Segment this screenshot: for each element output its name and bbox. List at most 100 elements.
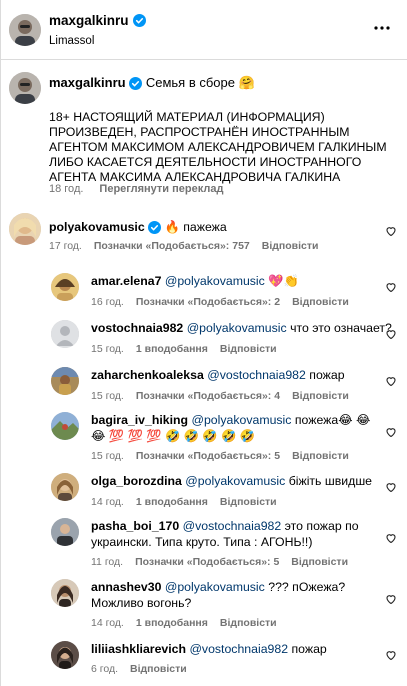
comment-likes[interactable]: 1 вподобання <box>136 496 208 508</box>
comment-text-line: annashev30 @polyakovamusic ??? пОжежа? М… <box>91 579 361 611</box>
caption-avatar[interactable] <box>9 72 41 104</box>
reply-button[interactable]: Відповісти <box>262 240 319 252</box>
comment-text-line: polyakovamusic 🔥 пажежа <box>49 219 369 235</box>
comment-text-line: amar.elena7 @polyakovamusic 💖👏 <box>91 273 299 289</box>
verified-badge-icon <box>129 77 143 91</box>
comment-time[interactable]: 15 год. <box>91 343 124 355</box>
post-comments-panel: maxgalkinru Limassol maxgalkinru Семья в <box>0 0 407 686</box>
comment-likes[interactable]: Позначки «Подобається»: 5 <box>135 556 279 568</box>
comment-avatar[interactable] <box>51 367 79 395</box>
comment-avatar[interactable] <box>51 273 79 301</box>
comment-username[interactable]: vostochnaia982 <box>91 321 183 335</box>
author-username[interactable]: maxgalkinru <box>49 13 146 28</box>
comment-meta: 17 год. Позначки «Подобається»: 757 Відп… <box>49 240 318 252</box>
comment-mention[interactable]: @vostochnaia982 <box>183 519 282 533</box>
comment-username[interactable]: zaharchenkoaleksa <box>91 368 204 382</box>
reply-button[interactable]: Відповісти <box>292 450 349 462</box>
caption-body: 18+ НАСТОЯЩИЙ МАТЕРИАЛ (ИНФОРМАЦИЯ) ПРОИ… <box>49 110 387 184</box>
comment-username[interactable]: bagira_iv_hiking <box>91 413 188 427</box>
caption-title-line: maxgalkinru Семья в сборе 🤗 <box>49 75 379 91</box>
comment-avatar[interactable] <box>51 473 79 501</box>
comment-likes[interactable]: 1 вподобання <box>136 343 208 355</box>
like-heart-icon[interactable] <box>385 281 397 293</box>
comment-text: 💖👏 <box>268 274 299 288</box>
comment-text: что это означает? <box>290 321 392 335</box>
comment-time[interactable]: 14 год. <box>91 496 124 508</box>
comment-meta: 15 год. 1 вподобання Відповісти <box>91 343 277 355</box>
comment-text-line: liliiashkliarevich @vostochnaia982 пожар <box>91 641 327 657</box>
comment-username[interactable]: annashev30 <box>91 580 161 594</box>
comment-mention[interactable]: @polyakovamusic <box>191 413 291 427</box>
comment-meta: 11 год. Позначки «Подобається»: 5 Відпов… <box>91 556 348 568</box>
comment-mention[interactable]: @polyakovamusic <box>185 474 285 488</box>
comment-mention[interactable]: @polyakovamusic <box>165 274 265 288</box>
comment-text-line: vostochnaia982 @polyakovamusic что это о… <box>91 320 392 336</box>
reply-button[interactable]: Відповісти <box>292 390 349 402</box>
author-avatar[interactable] <box>9 14 41 46</box>
post-header: maxgalkinru Limassol <box>1 0 407 60</box>
comment-likes[interactable]: Позначки «Подобається»: 4 <box>136 390 280 402</box>
comment-likes[interactable]: Позначки «Подобається»: 5 <box>136 450 280 462</box>
comment-text: біжіть швидше <box>288 474 373 488</box>
like-heart-icon[interactable] <box>385 593 397 605</box>
comment-likes[interactable]: Позначки «Подобається»: 2 <box>136 296 280 308</box>
comment-meta: 15 год. Позначки «Подобається»: 4 Відпов… <box>91 390 349 402</box>
see-translation-link[interactable]: Переглянути переклад <box>99 183 223 195</box>
reply-button[interactable]: Відповісти <box>130 663 187 675</box>
like-heart-icon[interactable] <box>385 532 397 544</box>
more-options-icon[interactable] <box>373 19 391 37</box>
comment-meta: 16 год. Позначки «Подобається»: 2 Відпов… <box>91 296 349 308</box>
caption-username[interactable]: maxgalkinru <box>49 75 126 90</box>
comment-time[interactable]: 11 год. <box>91 556 123 568</box>
comment-time[interactable]: 6 год. <box>91 663 118 675</box>
comment-avatar[interactable] <box>51 320 79 348</box>
comment-text: 🔥 пажежа <box>164 220 227 234</box>
comment-avatar[interactable] <box>51 412 79 440</box>
comment-username[interactable]: pasha_boi_170 <box>91 519 179 533</box>
comment-meta: 14 год. 1 вподобання Відповісти <box>91 617 277 629</box>
comment-text-line: olga_borozdina @polyakovamusic біжіть шв… <box>91 473 372 489</box>
like-heart-icon[interactable] <box>385 426 397 438</box>
reply-button[interactable]: Відповісти <box>220 343 277 355</box>
comment-username[interactable]: polyakovamusic <box>49 220 145 234</box>
comment-username[interactable]: liliiashkliarevich <box>91 642 186 656</box>
comment-meta: 15 год. Позначки «Подобається»: 5 Відпов… <box>91 450 349 462</box>
caption-meta: 18 год. Переглянути переклад <box>49 183 223 195</box>
post-location[interactable]: Limassol <box>49 35 94 47</box>
like-heart-icon[interactable] <box>385 481 397 493</box>
comment-avatar[interactable] <box>51 518 79 546</box>
verified-badge-icon <box>148 221 162 235</box>
like-heart-icon[interactable] <box>385 649 397 661</box>
comment-text-line: pasha_boi_170 @vostochnaia982 это пожар … <box>91 518 361 550</box>
comment-text-line: bagira_iv_hiking @polyakovamusic пожежа😂… <box>91 412 381 444</box>
comment-avatar[interactable] <box>9 213 41 245</box>
comment-username[interactable]: olga_borozdina <box>91 474 182 488</box>
author-username-text[interactable]: maxgalkinru <box>49 13 129 28</box>
comment-avatar[interactable] <box>51 641 79 669</box>
comment-time[interactable]: 16 год. <box>91 296 124 308</box>
like-heart-icon[interactable] <box>385 225 397 237</box>
comment-time[interactable]: 15 год. <box>91 390 124 402</box>
reply-button[interactable]: Відповісти <box>220 617 277 629</box>
comment-mention[interactable]: @polyakovamusic <box>165 580 265 594</box>
comment-likes[interactable]: Позначки «Подобається»: 757 <box>94 240 250 252</box>
comment-time[interactable]: 17 год. <box>49 240 82 252</box>
comment-time[interactable]: 14 год. <box>91 617 124 629</box>
like-heart-icon[interactable] <box>385 328 397 340</box>
comment-mention[interactable]: @vostochnaia982 <box>207 368 306 382</box>
comment-mention[interactable]: @polyakovamusic <box>187 321 287 335</box>
comment-likes[interactable]: 1 вподобання <box>136 617 208 629</box>
reply-button[interactable]: Відповісти <box>291 556 348 568</box>
comment-mention[interactable]: @vostochnaia982 <box>189 642 288 656</box>
comment-meta: 6 год. Відповісти <box>91 663 187 675</box>
comment-text-line: zaharchenkoaleksa @vostochnaia982 пожар <box>91 367 345 383</box>
like-heart-icon[interactable] <box>385 375 397 387</box>
reply-button[interactable]: Відповісти <box>220 496 277 508</box>
comment-text: пожар <box>309 368 345 382</box>
caption-time[interactable]: 18 год. <box>49 183 83 195</box>
reply-button[interactable]: Відповісти <box>292 296 349 308</box>
comment-username[interactable]: amar.elena7 <box>91 274 161 288</box>
comment-time[interactable]: 15 год. <box>91 450 124 462</box>
comment-text: пожар <box>291 642 327 656</box>
comment-avatar[interactable] <box>51 579 79 607</box>
